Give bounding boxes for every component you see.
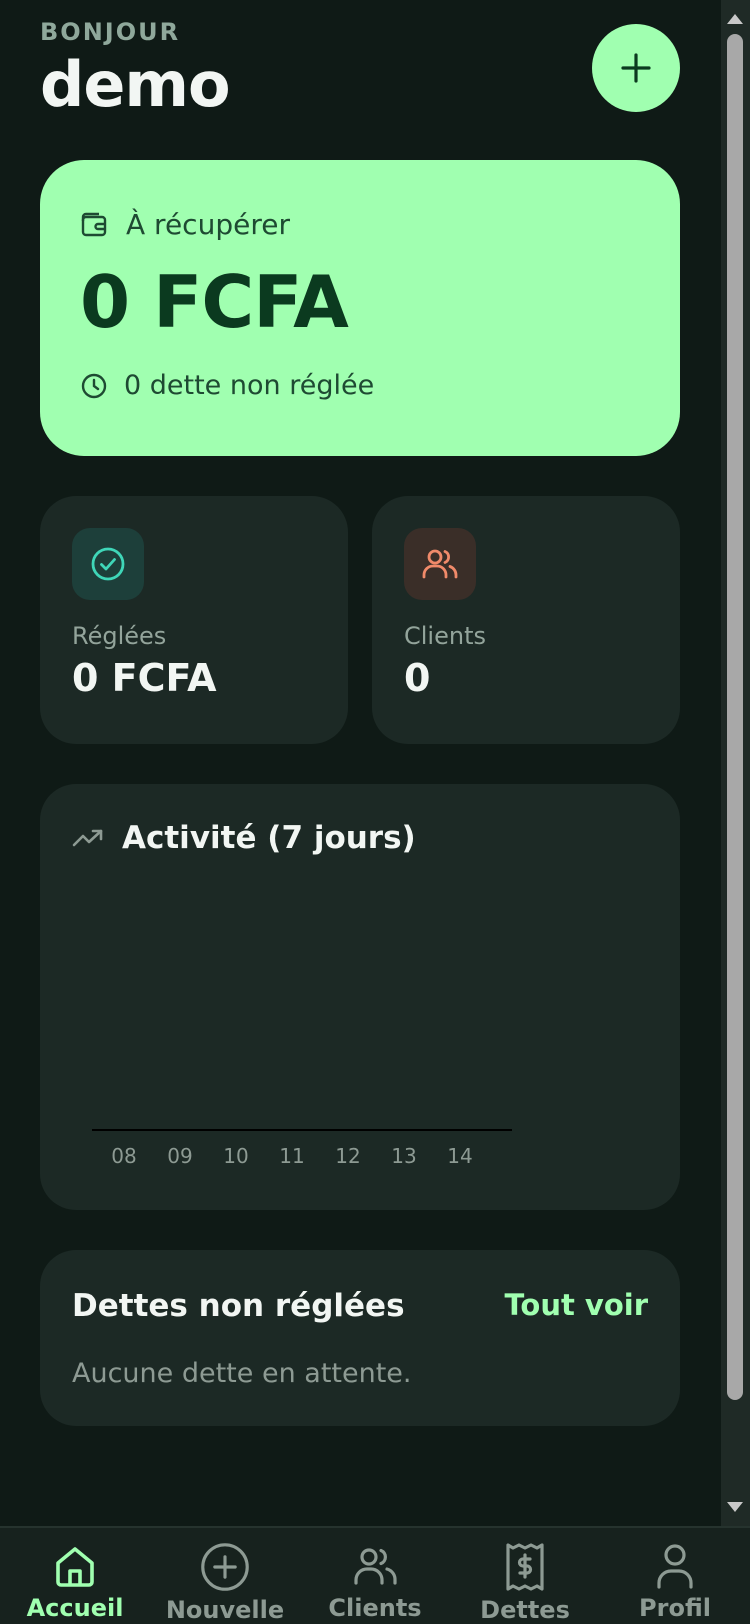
plus-circle-icon xyxy=(201,1543,249,1591)
unsettled-debts-card: Dettes non réglées Tout voir Aucune dett… xyxy=(40,1250,680,1426)
settled-label: Réglées xyxy=(72,622,167,650)
nav-label-new: Nouvelle xyxy=(165,1596,285,1624)
nav-label-home: Accueil xyxy=(26,1594,124,1622)
nav-item-home[interactable]: Accueil xyxy=(0,1528,150,1624)
user-name: demo xyxy=(40,48,231,121)
clients-value: 0 xyxy=(404,656,431,700)
wallet-icon xyxy=(81,212,107,236)
settled-stat-card: Réglées 0 FCFA xyxy=(40,496,348,744)
home-icon xyxy=(56,1547,94,1587)
see-all-link[interactable]: Tout voir xyxy=(504,1288,648,1322)
users-icon xyxy=(422,549,458,579)
nav-label-debts: Dettes xyxy=(480,1596,570,1624)
user-icon xyxy=(657,1544,693,1589)
chart-tick-label: 09 xyxy=(167,1144,192,1168)
scrollbar-thumb[interactable] xyxy=(727,34,743,1400)
scroll-down-arrow[interactable] xyxy=(727,1502,743,1512)
clients-label: Clients xyxy=(404,622,486,650)
unsettled-debts-title: Dettes non réglées xyxy=(72,1288,405,1324)
nav-item-profile[interactable]: Profil xyxy=(600,1528,750,1624)
settled-value: 0 FCFA xyxy=(72,656,217,700)
clients-stat-card: Clients 0 xyxy=(372,496,680,744)
settled-icon-box xyxy=(72,528,144,600)
trending-up-icon xyxy=(72,829,103,847)
nav-item-debts[interactable]: Dettes xyxy=(450,1528,600,1624)
chart-tick-label: 13 xyxy=(391,1144,416,1168)
chart-tick-label: 14 xyxy=(447,1144,472,1168)
empty-debts-message: Aucune dette en attente. xyxy=(72,1358,412,1389)
activity-chart-card: 08 09 10 11 12 13 14 Activité (7 jours) xyxy=(40,784,680,1210)
nav-label-clients: Clients xyxy=(328,1594,422,1622)
receivable-amount: 0 FCFA xyxy=(80,260,349,344)
main-scroll-area[interactable]: BONJOUR demo À récupérer 0 FCFA 0 dette … xyxy=(0,0,721,1526)
nav-item-new[interactable]: Nouvelle xyxy=(150,1528,300,1624)
receipt-icon xyxy=(506,1543,544,1591)
scroll-up-arrow[interactable] xyxy=(727,14,743,24)
users-icon xyxy=(354,1548,397,1585)
receivable-label: À récupérer xyxy=(126,208,290,241)
plus-icon xyxy=(621,53,651,83)
chart-tick-label: 08 xyxy=(111,1144,136,1168)
chart-tick-label: 12 xyxy=(335,1144,360,1168)
bottom-navigation: Accueil Nouvelle Clients Dettes Profil xyxy=(0,1526,750,1624)
unsettled-count: 0 dette non réglée xyxy=(124,370,375,401)
add-debt-button[interactable] xyxy=(592,24,680,112)
clock-icon xyxy=(81,373,107,398)
nav-label-profile: Profil xyxy=(639,1594,711,1622)
activity-title: Activité (7 jours) xyxy=(122,820,416,856)
clients-icon-box xyxy=(404,528,476,600)
receivable-summary-card: À récupérer 0 FCFA 0 dette non réglée xyxy=(40,160,680,456)
check-circle-icon xyxy=(91,547,125,581)
chart-tick-label: 10 xyxy=(223,1144,248,1168)
nav-item-clients[interactable]: Clients xyxy=(300,1528,450,1624)
greeting-label: BONJOUR xyxy=(40,18,181,46)
chart-tick-label: 11 xyxy=(279,1144,304,1168)
